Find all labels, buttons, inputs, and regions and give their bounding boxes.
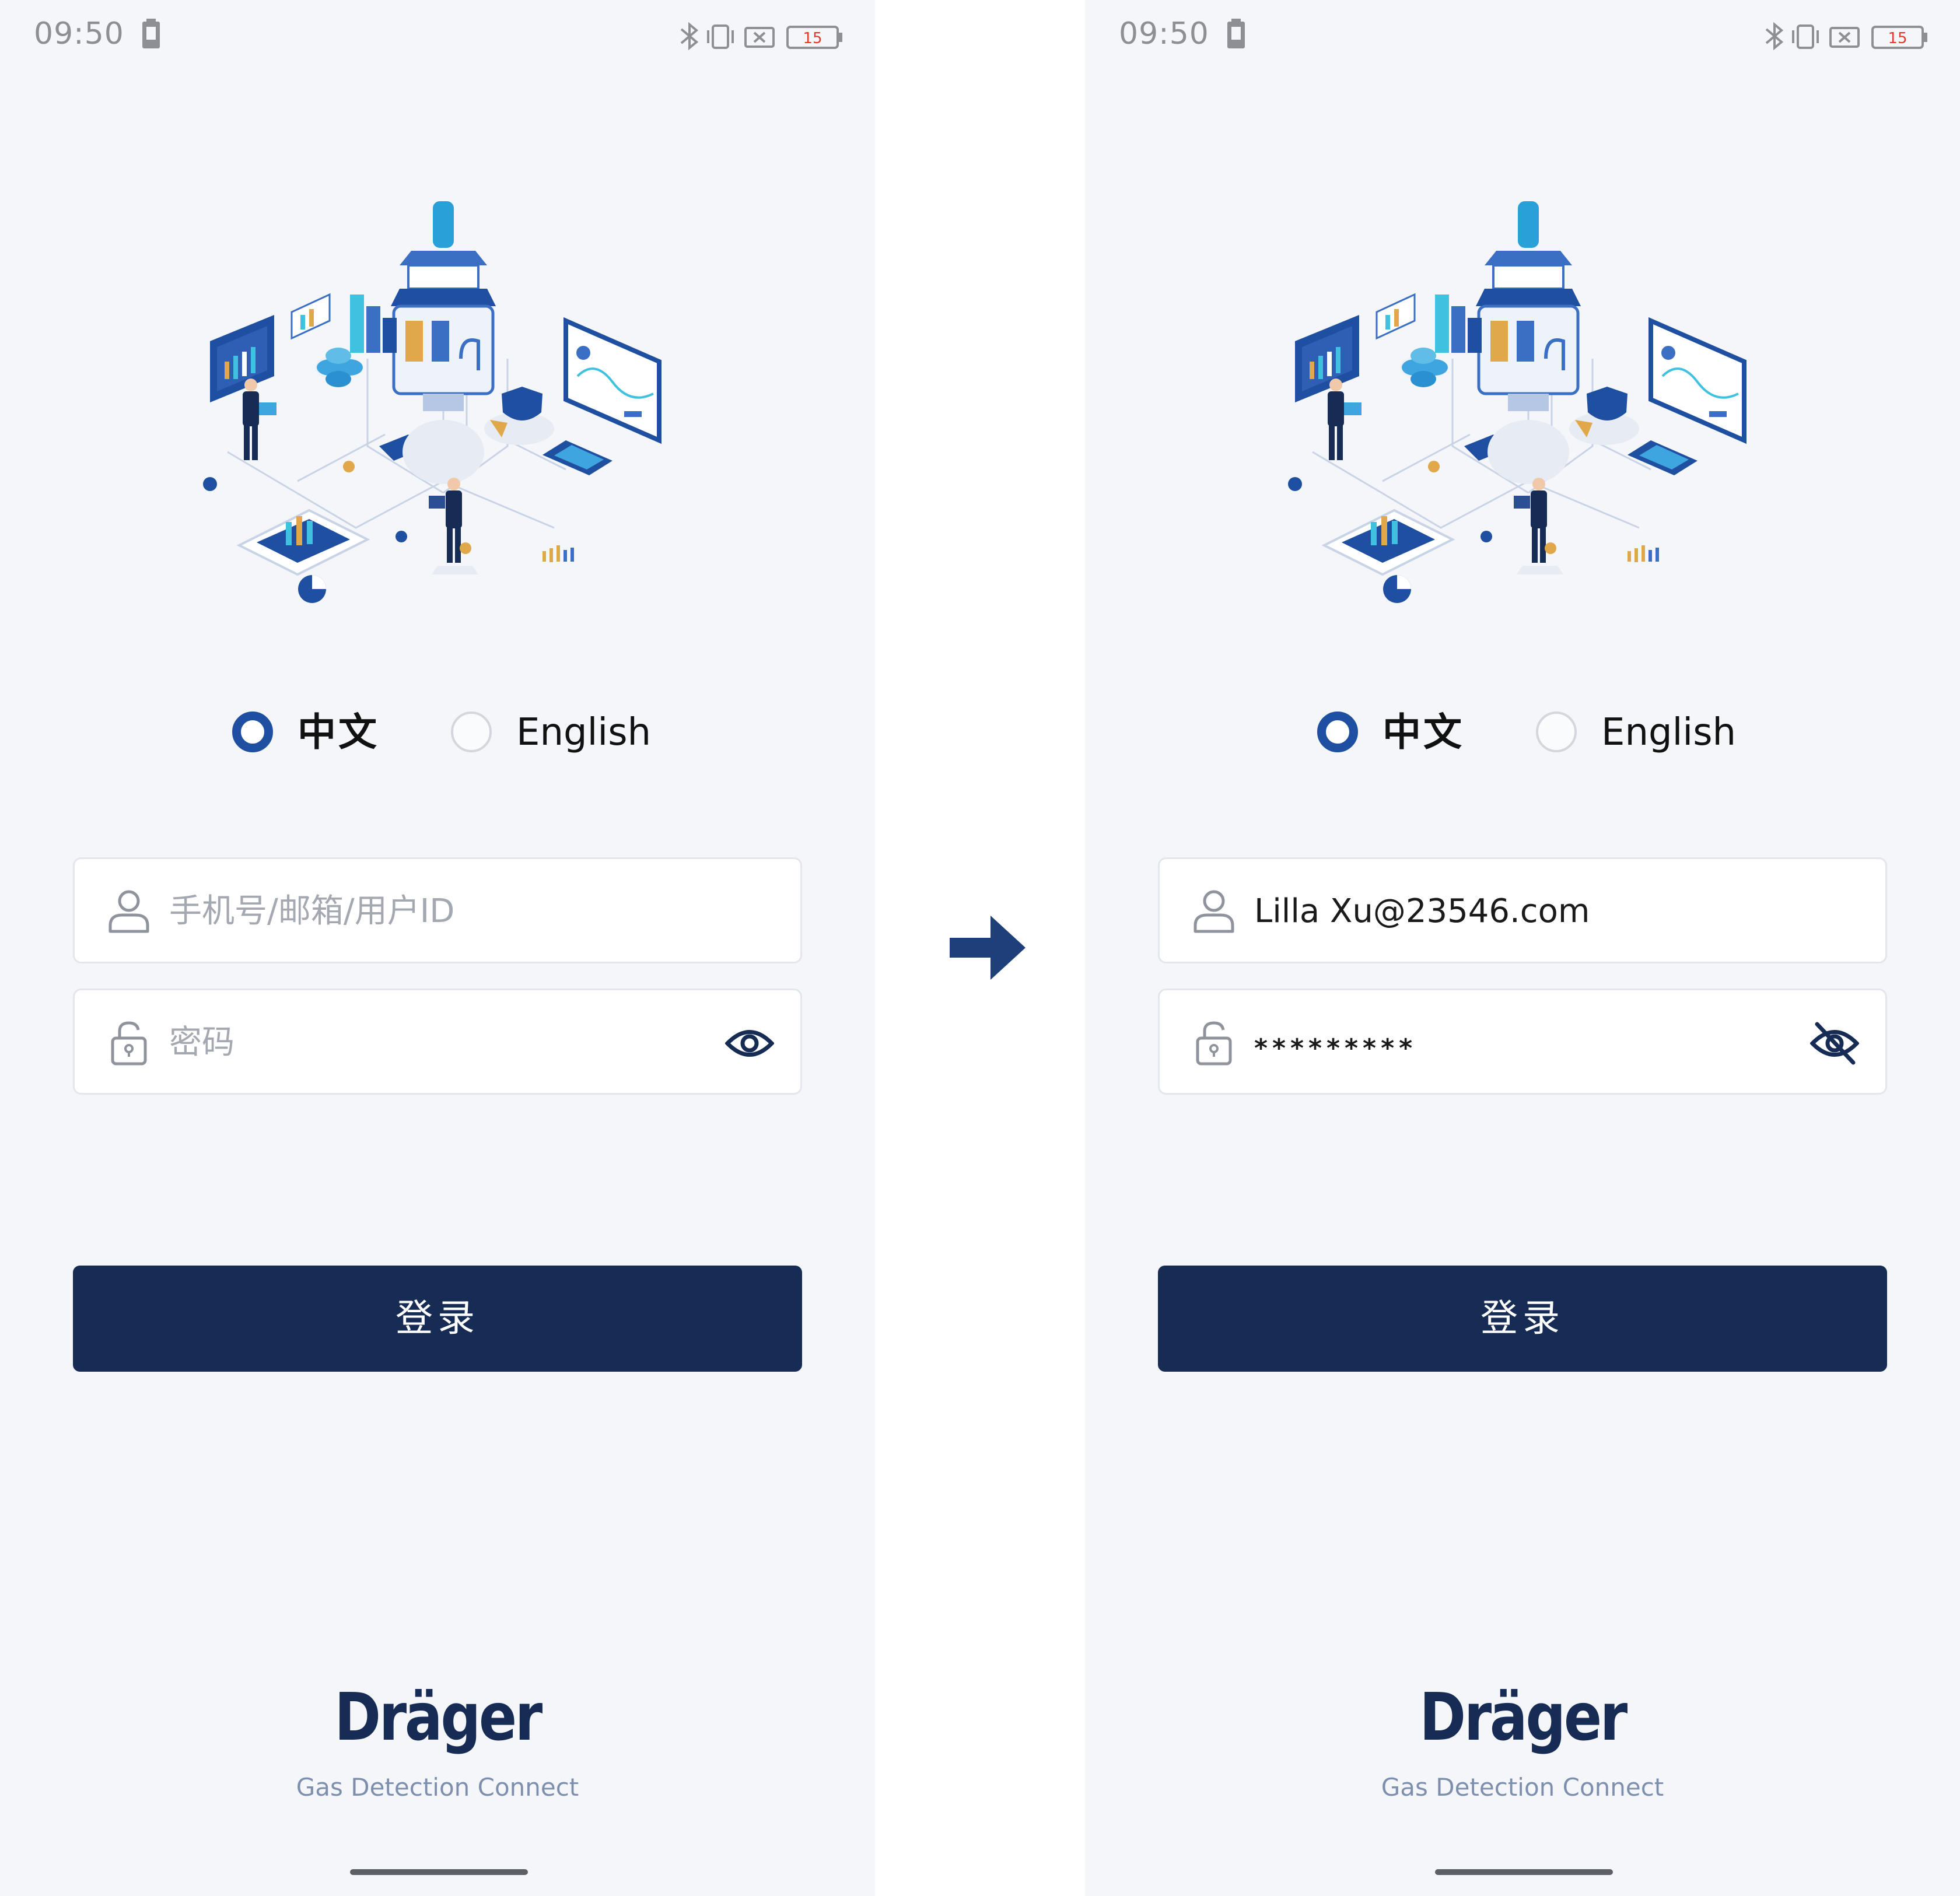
- battery-level-text: 15: [1888, 30, 1907, 47]
- status-bar: 09:50 15: [0, 10, 875, 57]
- password-masked-value: *********: [1254, 1033, 1418, 1063]
- login-button[interactable]: 登录: [1158, 1266, 1887, 1372]
- gear-bottom: [1480, 531, 1492, 542]
- no-sim-icon: [744, 27, 775, 48]
- gas-detection-illustration: [203, 201, 662, 603]
- user-icon: [108, 890, 149, 933]
- tablet: [1321, 509, 1455, 576]
- small-bars-right: [1628, 545, 1659, 562]
- bar-cluster: [350, 295, 397, 353]
- bluetooth-icon: [1765, 22, 1784, 51]
- gear-bottom-orange: [460, 542, 471, 554]
- central-tower: [1476, 201, 1581, 411]
- right-monitor: [564, 317, 662, 444]
- eye-off-icon[interactable]: [1810, 1021, 1859, 1066]
- gear-mid: [1428, 461, 1440, 472]
- right-arrow-icon: [950, 916, 1026, 980]
- username-placeholder: 手机号/邮箱/用户ID: [169, 892, 455, 930]
- language-label-english: English: [1601, 711, 1737, 754]
- left-monitor: [210, 315, 274, 402]
- language-selector: 中文 English: [1312, 706, 1756, 758]
- language-option-english[interactable]: English: [446, 706, 656, 758]
- status-time: 09:50: [34, 16, 124, 51]
- language-selector: 中文 English: [228, 706, 671, 758]
- brand-tagline: Gas Detection Connect: [1381, 1773, 1664, 1802]
- vibrate-icon: [707, 24, 734, 49]
- bluetooth-icon: [680, 22, 699, 51]
- language-option-english[interactable]: English: [1531, 706, 1741, 758]
- bar-cluster: [1435, 295, 1482, 353]
- language-label-english: English: [516, 711, 652, 754]
- login-screen-filled: 09:50 15 中文 English Lilla Xu@23546.com *…: [1085, 0, 1960, 1896]
- vibrate-icon: [1792, 24, 1819, 49]
- keyboard-card: [1628, 440, 1698, 475]
- battery-level-text: 15: [803, 30, 822, 47]
- login-button[interactable]: 登录: [73, 1266, 802, 1372]
- right-monitor: [1648, 317, 1746, 444]
- tablet: [236, 509, 370, 576]
- status-bar: 09:50 15: [1085, 10, 1960, 57]
- status-icons: 15: [680, 22, 842, 51]
- radio-unchecked-icon[interactable]: [1536, 712, 1577, 752]
- user-icon: [1194, 890, 1234, 933]
- gear-mid: [343, 461, 355, 472]
- keyboard-card: [542, 440, 612, 475]
- coin-stacks: [1400, 348, 1448, 387]
- drager-logo: Dräger: [334, 1680, 542, 1755]
- small-card: [1376, 293, 1416, 340]
- username-field[interactable]: Lilla Xu@23546.com: [1158, 857, 1887, 963]
- language-label-chinese: 中文: [298, 710, 379, 755]
- gear-left: [203, 477, 217, 491]
- person-left: [1328, 379, 1362, 460]
- username-value: Lilla Xu@23546.com: [1254, 892, 1590, 930]
- status-icons: 15: [1765, 22, 1927, 51]
- left-monitor: [1295, 315, 1359, 402]
- username-field[interactable]: 手机号/邮箱/用户ID: [73, 857, 802, 963]
- language-option-chinese[interactable]: 中文: [228, 706, 379, 758]
- small-bars-right: [542, 545, 574, 562]
- gear-left: [1288, 477, 1302, 491]
- password-field[interactable]: 密码: [73, 989, 802, 1095]
- shield: [1569, 387, 1639, 445]
- radio-unchecked-icon[interactable]: [451, 712, 492, 752]
- home-indicator[interactable]: [350, 1869, 528, 1875]
- lock-icon: [1196, 1021, 1232, 1066]
- pie-piece: [1383, 575, 1411, 603]
- password-placeholder: 密码: [169, 1024, 235, 1061]
- small-card: [290, 293, 331, 340]
- home-indicator[interactable]: [1435, 1869, 1613, 1875]
- radio-checked-icon[interactable]: [232, 712, 273, 752]
- battery-icon: 15: [1871, 26, 1927, 49]
- battery-saver-icon: [142, 19, 160, 48]
- status-time: 09:50: [1119, 16, 1209, 51]
- brand-tagline: Gas Detection Connect: [296, 1773, 579, 1802]
- gas-detection-illustration: [1288, 201, 1746, 603]
- radio-checked-icon[interactable]: [1317, 712, 1358, 752]
- central-tower: [391, 201, 496, 411]
- eye-icon[interactable]: [725, 1021, 774, 1066]
- gear-bottom-orange: [1545, 542, 1556, 554]
- comparison-canvas: 09:50 15 中文 English 手机号/邮箱/用户ID 密码 登录 Dr…: [0, 0, 1960, 1896]
- login-screen-empty: 09:50 15 中文 English 手机号/邮箱/用户ID 密码 登录 Dr…: [0, 0, 875, 1896]
- gear-bottom: [396, 531, 407, 542]
- pie-piece: [298, 575, 326, 603]
- shield: [484, 387, 554, 445]
- lock-icon: [111, 1021, 147, 1066]
- battery-saver-icon: [1227, 19, 1245, 48]
- person-left: [243, 379, 276, 460]
- no-sim-icon: [1829, 27, 1860, 48]
- language-label-chinese: 中文: [1382, 710, 1464, 755]
- password-field[interactable]: *********: [1158, 989, 1887, 1095]
- coin-stacks: [315, 348, 363, 387]
- drager-logo: Dräger: [1419, 1680, 1628, 1755]
- language-option-chinese[interactable]: 中文: [1312, 706, 1464, 758]
- battery-icon: 15: [786, 26, 842, 49]
